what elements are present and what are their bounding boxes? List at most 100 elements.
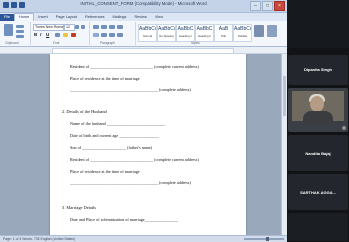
window-controls: – □ × xyxy=(250,1,285,11)
document-page[interactable]: Resident of ____________________________… xyxy=(50,54,246,235)
screen: INITIAL_CONSENT_FORM (Compatibility Mode… xyxy=(0,0,349,242)
align-center-icon[interactable] xyxy=(101,33,107,37)
style-sample: AaBbC xyxy=(196,26,213,32)
section-heading: 2. Details of the Husband xyxy=(62,109,107,114)
underline-button[interactable]: U xyxy=(46,32,49,37)
styles-group: AaBbCc Normal AaBbCc No Spacing AaBbC He… xyxy=(136,22,284,45)
style-title[interactable]: AaB Title xyxy=(214,24,233,42)
doc-line: Date of birth and current age __________… xyxy=(70,133,160,138)
style-name: Subtitle xyxy=(237,34,248,38)
tab-mailings[interactable]: Mailings xyxy=(109,14,131,21)
zoom-thumb[interactable] xyxy=(266,237,269,241)
bold-button[interactable]: B xyxy=(34,32,37,37)
style-normal[interactable]: AaBbCc Normal xyxy=(138,24,157,42)
status-bar: Page: 1 of 3 Words: 735 English (United … xyxy=(0,235,287,242)
tab-view[interactable]: View xyxy=(151,14,167,21)
doc-line: Resident of ____________________________… xyxy=(70,157,199,162)
participant-tile[interactable] xyxy=(288,213,348,241)
doc-line: Name of the husband ____________________… xyxy=(70,121,166,126)
cut-icon[interactable] xyxy=(16,25,24,28)
tab-insert[interactable]: Insert xyxy=(34,14,52,21)
clipboard-group: Clipboard xyxy=(0,22,31,45)
maximize-icon[interactable]: □ xyxy=(262,1,273,11)
participant-video xyxy=(292,91,344,123)
style-subtitle[interactable]: AaBbCc Subtitle xyxy=(233,24,252,42)
participant-tile[interactable]: Nandita Bajaj xyxy=(288,135,348,171)
align-right-icon[interactable] xyxy=(109,33,115,37)
style-name: Normal xyxy=(142,34,152,38)
highlight-icon[interactable] xyxy=(63,33,68,37)
status-text: Page: 1 of 3 Words: 735 English (United … xyxy=(3,237,76,241)
paste-icon[interactable] xyxy=(4,24,13,36)
strikethrough-icon[interactable] xyxy=(55,33,60,37)
style-sample: AaBbCc xyxy=(158,26,176,32)
doc-line: Place of residence at the time of marria… xyxy=(70,169,140,174)
copy-icon[interactable] xyxy=(16,30,24,33)
styles-label: Styles xyxy=(191,41,200,45)
participant-name: Dipanita Singh xyxy=(304,67,332,72)
style-sample: AaBbC xyxy=(177,26,194,32)
font-color-icon[interactable] xyxy=(71,33,76,37)
grow-font-icon[interactable] xyxy=(75,25,79,29)
justify-icon[interactable] xyxy=(117,33,123,37)
font-label: Font xyxy=(53,41,60,45)
minimize-icon[interactable]: – xyxy=(250,1,261,11)
style-sample: AaB xyxy=(218,26,229,32)
style-name: Heading 1 xyxy=(179,34,192,38)
style-name: Title xyxy=(220,34,227,38)
participant-tile[interactable]: Dipanita Singh xyxy=(288,55,348,85)
sort-icon[interactable] xyxy=(117,25,123,29)
tab-review[interactable]: Review xyxy=(130,14,150,21)
video-face xyxy=(310,96,324,112)
tab-references[interactable]: References xyxy=(81,14,108,21)
ribbon-tabs: File Home Insert Page Layout References … xyxy=(0,13,287,21)
doc-line: Son of _____________________ (father's n… xyxy=(70,145,153,150)
paragraph-group: Paragraph xyxy=(90,22,136,45)
close-icon[interactable]: × xyxy=(274,1,285,11)
style-no-spacing[interactable]: AaBbCc No Spacing xyxy=(157,24,176,42)
style-sample: AaBbCc xyxy=(234,26,252,32)
style-sample: AaBbCc xyxy=(139,26,157,32)
align-left-icon[interactable] xyxy=(93,33,99,37)
word-window: INITIAL_CONSENT_FORM (Compatibility Mode… xyxy=(0,0,287,242)
participant-name: Nandita Bajaj xyxy=(305,151,331,156)
tab-file[interactable]: File xyxy=(0,14,15,21)
video-body xyxy=(303,111,333,123)
doc-line: Date and Place of solemnization of marri… xyxy=(70,217,179,222)
format-painter-icon[interactable] xyxy=(16,35,24,38)
doc-line: Place of residence at the time of marria… xyxy=(70,76,140,81)
clipboard-label: Clipboard xyxy=(5,41,19,45)
italic-button[interactable]: I xyxy=(40,32,41,37)
style-heading-1[interactable]: AaBbC Heading 1 xyxy=(176,24,195,42)
font-name-field[interactable]: Times New Roman xyxy=(33,24,64,31)
doc-line: ________________________________________… xyxy=(70,180,191,185)
multilevel-list-icon[interactable] xyxy=(109,25,115,29)
ribbon: Clipboard Times New Roman 12 B I U Font xyxy=(0,21,287,47)
zoom-slider[interactable] xyxy=(244,237,284,241)
document-area[interactable]: Resident of ____________________________… xyxy=(0,54,281,235)
video-call-panel: Dipanita Singh Nandita Bajaj SARTHAK AGG… xyxy=(287,0,349,242)
participant-video-tile[interactable] xyxy=(288,88,348,132)
doc-line: ________________________________________… xyxy=(70,87,191,92)
horizontal-ruler[interactable] xyxy=(0,47,287,54)
doc-line: Resident of ____________________________… xyxy=(70,64,199,69)
bullets-icon[interactable] xyxy=(93,25,99,29)
shrink-font-icon[interactable] xyxy=(81,25,85,29)
numbering-icon[interactable] xyxy=(101,25,107,29)
call-header xyxy=(287,0,349,48)
change-styles-icon[interactable] xyxy=(254,25,264,37)
style-heading-2[interactable]: AaBbC Heading 2 xyxy=(195,24,214,42)
window-title: INITIAL_CONSENT_FORM (Compatibility Mode… xyxy=(80,1,207,6)
editing-icon[interactable] xyxy=(267,25,277,37)
title-bar: INITIAL_CONSENT_FORM (Compatibility Mode… xyxy=(0,0,287,13)
style-name: Heading 2 xyxy=(198,34,211,38)
style-name: No Spacing xyxy=(159,34,174,38)
participant-name: SARTHAK AGGA... xyxy=(300,190,336,195)
tab-page-layout[interactable]: Page Layout xyxy=(52,14,81,21)
microphone-icon xyxy=(342,126,346,130)
participant-tile[interactable]: SARTHAK AGGA... xyxy=(288,174,348,210)
font-size-field[interactable]: 12 xyxy=(64,24,75,31)
scroll-thumb[interactable] xyxy=(283,76,286,116)
tab-home[interactable]: Home xyxy=(14,13,35,21)
section-heading: 3. Marriage Details xyxy=(62,205,97,210)
